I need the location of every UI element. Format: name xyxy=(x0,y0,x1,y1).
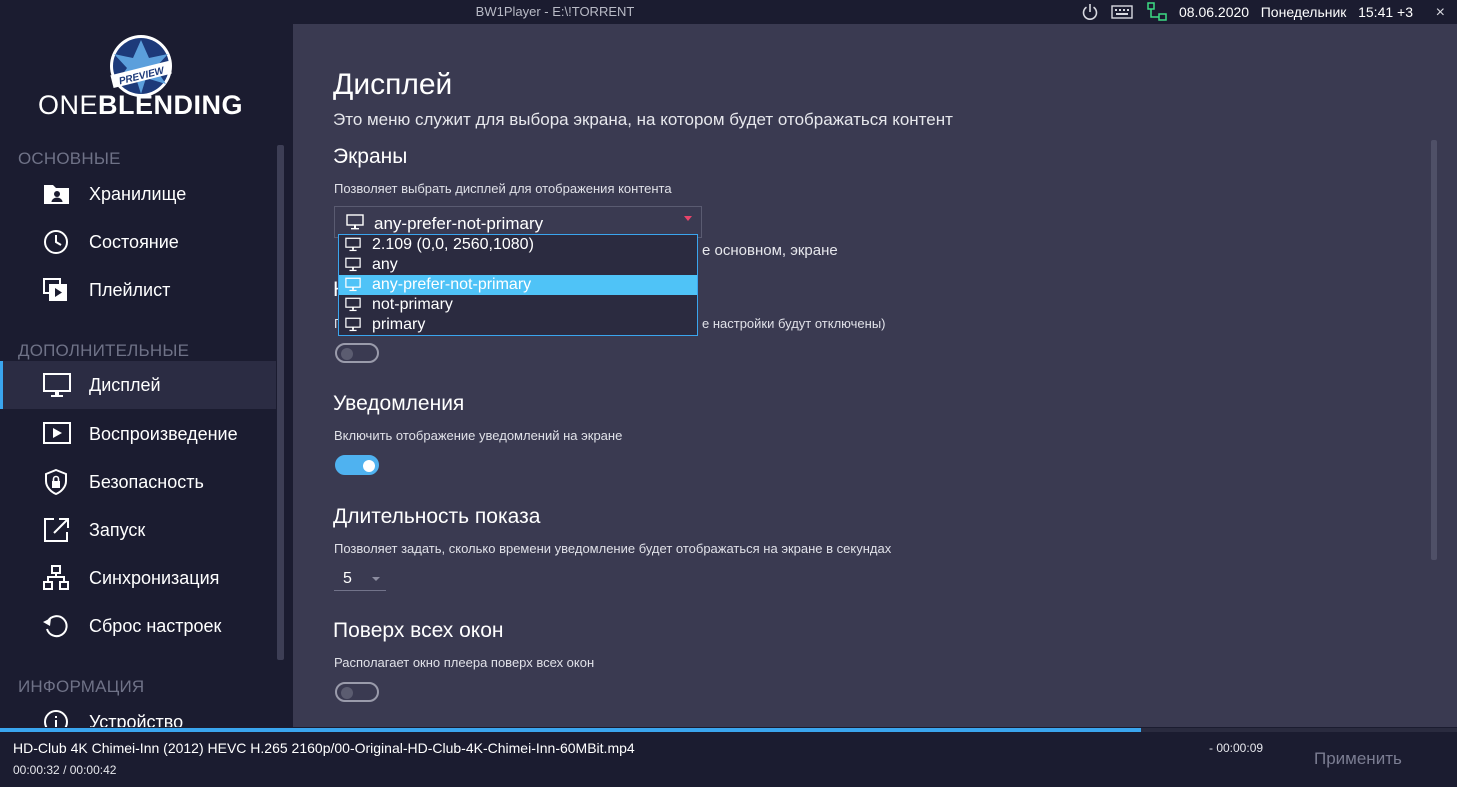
sidebar-item-launch[interactable]: Запуск xyxy=(0,506,276,554)
option-label: 2.109 (0,0, 2560,1080) xyxy=(372,236,534,253)
sidebar-item-display[interactable]: Дисплей xyxy=(0,361,276,409)
clock: 15:41 +3 xyxy=(1358,4,1413,20)
screen-option[interactable]: any xyxy=(339,255,697,275)
close-button[interactable]: × xyxy=(1436,4,1445,22)
duration-value: 5 xyxy=(343,570,352,587)
logo-wordmark: ONEBLENDING xyxy=(38,90,243,121)
section-info: ИНФОРМАЦИЯ xyxy=(18,677,145,696)
sidebar-item-label: Сброс настроек xyxy=(89,615,222,636)
play-screen-icon xyxy=(43,422,71,444)
sidebar-item-label: Хранилище xyxy=(89,183,187,204)
sidebar-item-device[interactable]: Устройство xyxy=(0,698,276,727)
screen-option[interactable]: primary xyxy=(339,315,697,335)
sidebar-item-status[interactable]: Состояние xyxy=(0,218,276,266)
network-status-icon[interactable] xyxy=(1146,2,1168,22)
info-icon xyxy=(44,710,68,727)
sidebar-item-reset[interactable]: Сброс настроек xyxy=(0,602,276,650)
option-label: any xyxy=(372,256,398,273)
playback-time: 00:00:32 / 00:00:42 xyxy=(13,763,116,777)
hidden-setting-toggle[interactable] xyxy=(335,343,379,363)
launch-icon xyxy=(44,518,69,542)
power-icon[interactable] xyxy=(1080,2,1100,22)
toggle-knob xyxy=(363,460,375,472)
monitor-icon xyxy=(345,297,361,312)
settings-panel: Дисплей Это меню служит для выбора экран… xyxy=(293,24,1457,727)
sidebar-item-label: Дисплей xyxy=(89,374,161,395)
sidebar-item-label: Синхронизация xyxy=(89,567,220,588)
covered-option-text: е основном, экране xyxy=(702,242,838,259)
screen-option[interactable]: not-primary xyxy=(339,295,697,315)
sidebar-item-security[interactable]: Безопасность xyxy=(0,458,276,506)
network-icon xyxy=(43,565,69,590)
remaining-time: - 00:00:09 xyxy=(1209,741,1264,755)
sidebar-scrollbar[interactable] xyxy=(277,145,284,660)
sidebar-item-label: Плейлист xyxy=(89,279,171,300)
on-top-toggle[interactable] xyxy=(335,682,379,702)
option-label: not-primary xyxy=(372,296,453,313)
current-file: HD-Club 4K Chimei-Inn (2012) HEVC H.265 … xyxy=(13,740,635,756)
sidebar-item-label: Запуск xyxy=(89,519,146,540)
monitor-icon xyxy=(346,214,364,230)
toggle-knob xyxy=(341,687,353,699)
monitor-icon xyxy=(345,317,361,332)
screen-dropdown-list: 2.109 (0,0, 2560,1080) any any-prefer-no… xyxy=(338,234,698,336)
dropdown-arrow-icon xyxy=(684,216,692,221)
window-title: BW1Player - E:\!TORRENT xyxy=(475,4,635,19)
sidebar-item-label: Безопасность xyxy=(89,471,204,492)
monitor-icon xyxy=(43,373,71,397)
toggle-knob xyxy=(341,348,353,360)
shield-lock-icon xyxy=(45,469,67,495)
time-separator: / xyxy=(63,763,67,777)
option-label: primary xyxy=(372,316,426,333)
page-title: Дисплей xyxy=(333,68,453,101)
apply-button[interactable]: Применить xyxy=(1314,749,1402,769)
screen-option-selected[interactable]: any-prefer-not-primary xyxy=(339,275,697,295)
sidebar-item-label: Воспроизведение xyxy=(89,423,238,444)
monitor-icon xyxy=(345,237,361,252)
logo-name-light: ONE xyxy=(38,90,99,120)
player-bar: HD-Club 4K Chimei-Inn (2012) HEVC H.265 … xyxy=(0,732,1457,787)
screen-select-value: any-prefer-not-primary xyxy=(374,214,544,233)
elapsed-time: 00:00:32 xyxy=(13,763,60,777)
duration-title: Длительность показа xyxy=(333,505,541,528)
playlist-icon xyxy=(43,278,67,301)
page-subtitle: Это меню служит для выбора экрана, на ко… xyxy=(333,110,953,129)
screen-option[interactable]: 2.109 (0,0, 2560,1080) xyxy=(339,235,697,255)
sidebar-item-playlist[interactable]: Плейлист xyxy=(0,266,276,314)
total-time: 00:00:42 xyxy=(69,763,117,777)
screens-title: Экраны xyxy=(333,145,408,168)
on-top-title: Поверх всех окон xyxy=(333,619,504,642)
date: 08.06.2020 xyxy=(1178,4,1250,20)
notifications-description: Включить отображение уведомлений на экра… xyxy=(334,428,623,443)
sidebar-item-sync[interactable]: Синхронизация xyxy=(0,554,276,602)
chevron-down-icon xyxy=(372,577,380,581)
weekday: Понедельник xyxy=(1260,4,1347,20)
notifications-toggle[interactable] xyxy=(335,455,379,475)
monitor-icon xyxy=(345,277,361,292)
sidebar-item-playback[interactable]: Воспроизведение xyxy=(0,410,276,458)
datetime: 08.06.2020 Понедельник 15:41 +3 xyxy=(1179,4,1413,20)
screens-description: Позволяет выбрать дисплей для отображени… xyxy=(334,181,672,196)
sidebar-item-storage[interactable]: Хранилище xyxy=(0,170,276,218)
section-main: ОСНОВНЫЕ xyxy=(18,149,121,168)
clock-icon xyxy=(44,230,68,254)
logo-name-bold: BLENDING xyxy=(98,90,244,120)
keyboard-icon[interactable] xyxy=(1111,2,1133,22)
sidebar: PREVIEW ONEBLENDING ОСНОВНЫЕ Хранилище С… xyxy=(0,24,293,727)
covered-description-tail: е настройки будут отключены) xyxy=(702,316,886,331)
duration-select[interactable]: 5 xyxy=(334,567,386,591)
folder-user-icon xyxy=(44,185,69,204)
monitor-icon xyxy=(345,257,361,272)
duration-description: Позволяет задать, сколько времени уведом… xyxy=(334,541,892,556)
main-scrollbar[interactable] xyxy=(1431,140,1437,560)
sidebar-item-label: Состояние xyxy=(89,231,179,252)
sidebar-item-label: Устройство xyxy=(89,711,184,728)
section-extra: ДОПОЛНИТЕЛЬНЫЕ xyxy=(18,341,190,360)
reset-icon xyxy=(43,615,68,638)
on-top-description: Располагает окно плеера поверх всех окон xyxy=(334,655,595,670)
option-label: any-prefer-not-primary xyxy=(372,276,532,293)
title-bar: BW1Player - E:\!TORRENT 08.06.2020 Понед… xyxy=(0,0,1457,24)
notifications-title: Уведомления xyxy=(333,392,465,415)
